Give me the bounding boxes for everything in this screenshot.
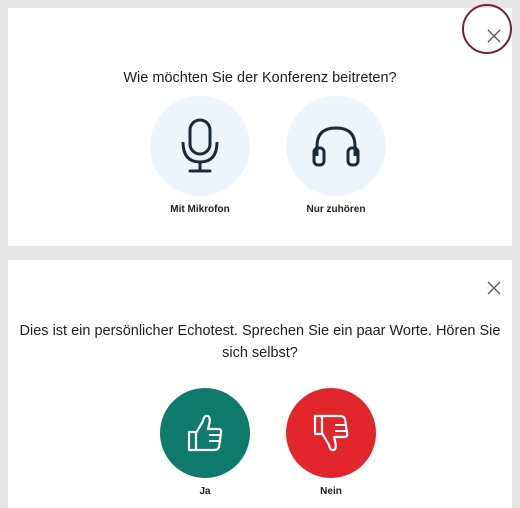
listen-only-option-label: Nur zuhören <box>306 204 366 215</box>
microphone-button[interactable] <box>150 96 250 196</box>
yes-button[interactable] <box>160 388 250 478</box>
listen-only-button[interactable] <box>286 96 386 196</box>
close-icon <box>487 29 501 43</box>
yes-option[interactable]: Ja <box>160 388 250 497</box>
no-option[interactable]: Nein <box>286 388 376 497</box>
join-question: Wie möchten Sie der Konferenz beitreten? <box>123 70 397 86</box>
close-icon <box>487 281 501 295</box>
microphone-option-label: Mit Mikrofon <box>170 204 230 215</box>
echo-question: Dies ist ein persönlicher Echotest. Spre… <box>19 323 501 361</box>
join-audio-dialog: Wie möchten Sie der Konferenz beitreten?… <box>8 8 512 246</box>
echo-test-dialog: Dies ist ein persönlicher Echotest. Spre… <box>8 260 512 508</box>
close-button[interactable] <box>484 26 504 46</box>
no-option-label: Nein <box>320 486 342 497</box>
thumbs-up-icon <box>187 414 223 452</box>
listen-only-option[interactable]: Nur zuhören <box>286 96 386 215</box>
close-button[interactable] <box>484 278 504 298</box>
thumbs-down-icon <box>313 414 349 452</box>
microphone-option[interactable]: Mit Mikrofon <box>150 96 250 215</box>
yes-option-label: Ja <box>199 486 211 497</box>
no-button[interactable] <box>286 388 376 478</box>
microphone-icon <box>181 118 219 173</box>
headphones-icon <box>312 126 360 167</box>
